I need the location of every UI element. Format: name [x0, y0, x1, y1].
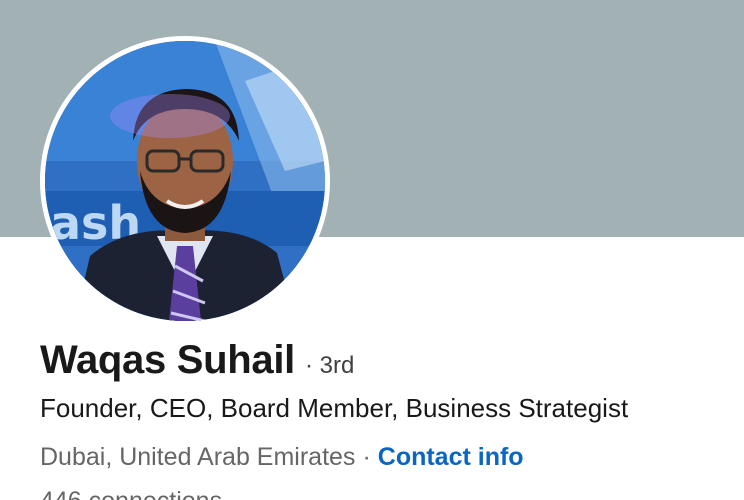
location-separator: ·	[362, 443, 371, 471]
location-row: Dubai, United Arab Emirates · Contact info	[40, 443, 524, 472]
degree-separator: ·	[304, 352, 313, 379]
name-row: Waqas Suhail · 3rd	[40, 338, 354, 383]
profile-photo[interactable]: ash	[40, 36, 330, 326]
contact-info-link[interactable]: Contact info	[378, 443, 524, 471]
profile-location: Dubai, United Arab Emirates	[40, 443, 356, 471]
profile-page: ash Waqas Suhail · 3rd Founder, CEO, Boa…	[0, 0, 744, 500]
profile-photo-image: ash	[45, 41, 325, 321]
connections-count[interactable]: 446 connections	[40, 487, 222, 500]
profile-headline: Founder, CEO, Board Member, Business Str…	[40, 393, 629, 423]
profile-name: Waqas Suhail	[40, 338, 295, 382]
degree-label: 3rd	[319, 352, 355, 379]
connection-degree: · 3rd	[305, 352, 354, 380]
